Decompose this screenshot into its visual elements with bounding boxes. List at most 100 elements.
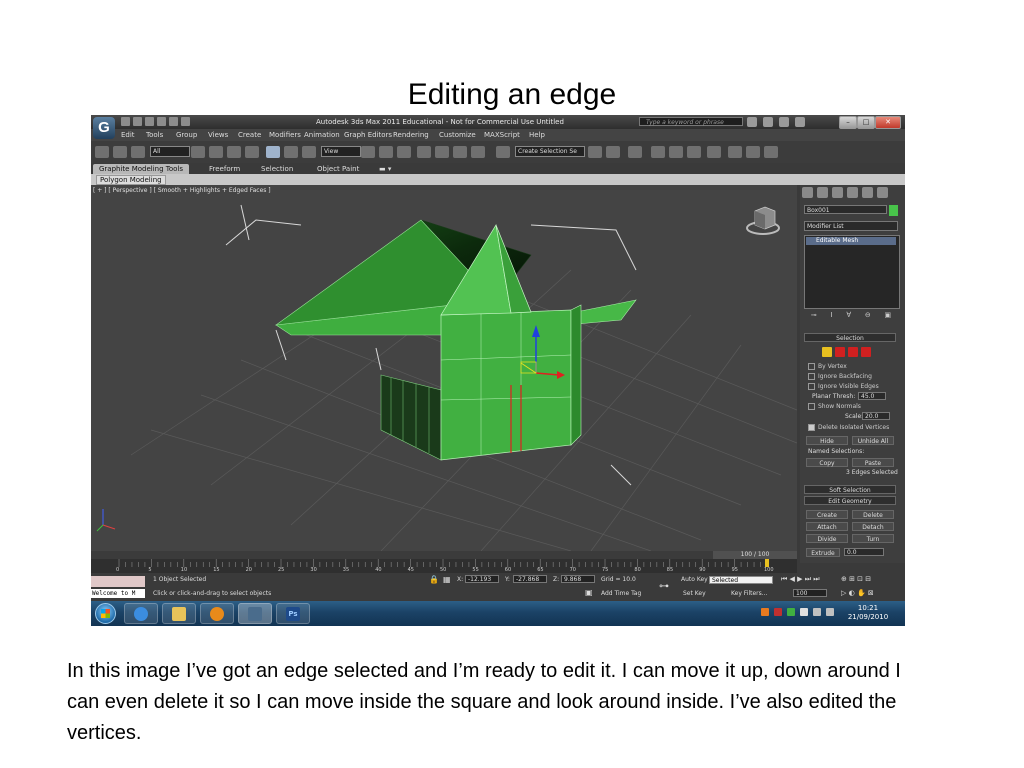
snaps-toggle-icon[interactable] <box>417 146 431 158</box>
tab-polygon-modeling[interactable]: Polygon Modeling <box>96 175 166 185</box>
material-editor-icon[interactable] <box>707 146 721 158</box>
pin-stack-icon[interactable]: ⊸ <box>811 311 817 321</box>
z-coord-field[interactable]: 9.868 <box>561 575 595 583</box>
new-file-icon[interactable] <box>121 117 130 126</box>
menu-views[interactable]: Views <box>208 131 228 139</box>
playback-controls[interactable]: ⏮ ◀ ▶ ⏭ ⏭ <box>781 575 820 584</box>
copy-button[interactable]: Copy <box>806 458 848 467</box>
project-folder-icon[interactable] <box>181 117 190 126</box>
taskbar-ie[interactable] <box>124 603 158 624</box>
taskbar-clock[interactable]: 10:21 21/09/2010 <box>846 604 890 622</box>
object-color-swatch[interactable] <box>889 205 898 216</box>
reference-coordinate-dropdown[interactable]: View <box>321 146 361 157</box>
face-mode-icon[interactable] <box>848 347 858 357</box>
delete-isolated-checkbox[interactable]: Delete Isolated Vertices <box>808 424 889 431</box>
make-unique-icon[interactable]: ∀ <box>846 311 851 321</box>
tab-freeform[interactable]: Freeform <box>203 164 246 174</box>
scale-icon[interactable] <box>302 146 316 158</box>
time-tag-icon[interactable]: ▣ <box>585 588 593 597</box>
save-file-icon[interactable] <box>145 117 154 126</box>
divide-button[interactable]: Divide <box>806 534 848 543</box>
motion-tab-icon[interactable] <box>847 187 858 198</box>
vertex-mode-icon[interactable] <box>822 347 832 357</box>
menu-rendering[interactable]: Rendering <box>393 131 429 139</box>
help-icon[interactable] <box>795 117 805 127</box>
link-icon[interactable] <box>95 146 109 158</box>
menu-maxscript[interactable]: MAXScript <box>484 131 520 139</box>
menu-edit[interactable]: Edit <box>121 131 135 139</box>
modifier-stack[interactable]: Editable Mesh <box>804 235 900 309</box>
scale-spinner[interactable]: 20.0 <box>862 412 890 420</box>
curve-editor-icon[interactable] <box>669 146 683 158</box>
viewport-nav-controls-2[interactable]: ▷ ◐ ✋ ⊠ <box>841 589 874 597</box>
render-setup-icon[interactable] <box>728 146 742 158</box>
move-icon[interactable] <box>266 146 280 158</box>
auto-key-button[interactable]: Auto Key <box>681 576 708 583</box>
communication-icon[interactable] <box>763 117 773 127</box>
edit-geometry-rollout-header[interactable]: Edit Geometry <box>804 496 896 505</box>
hierarchy-tab-icon[interactable] <box>832 187 843 198</box>
turn-button[interactable]: Turn <box>852 534 894 543</box>
show-normals-checkbox[interactable]: Show Normals <box>808 403 861 410</box>
taskbar-photoshop[interactable]: Ps <box>276 603 310 624</box>
tray-app-icon[interactable] <box>761 608 769 616</box>
bind-spacewarp-icon[interactable] <box>131 146 145 158</box>
ignore-backfacing-checkbox[interactable]: Ignore Backfacing <box>808 373 872 380</box>
menu-group[interactable]: Group <box>176 131 197 139</box>
polygon-mode-icon[interactable] <box>861 347 871 357</box>
minimize-button[interactable]: – <box>839 116 857 129</box>
schematic-view-icon[interactable] <box>687 146 701 158</box>
configure-sets-icon[interactable]: ▣ <box>885 311 892 321</box>
key-selection-dropdown[interactable]: Selected <box>709 576 773 584</box>
ignore-visible-edges-checkbox[interactable]: Ignore Visible Edges <box>808 383 879 390</box>
select-by-name-icon[interactable] <box>209 146 223 158</box>
tray-shield-icon[interactable] <box>774 608 782 616</box>
select-object-icon[interactable] <box>191 146 205 158</box>
edge-mode-icon[interactable] <box>835 347 845 357</box>
extrude-spinner[interactable]: 0.0 <box>844 548 884 556</box>
angle-snap-icon[interactable] <box>435 146 449 158</box>
taskbar-3dsmax[interactable] <box>238 603 272 624</box>
track-bar[interactable]: 0 5 10 15 20 25 30 35 40 45 50 55 60 65 70 75 80 85 90 95 10… <box>91 559 797 573</box>
align-icon[interactable] <box>606 146 620 158</box>
viewport-nav-controls[interactable]: ⊕ ⊞ ⊡ ⊟ <box>841 575 871 583</box>
tab-object-paint[interactable]: Object Paint <box>311 164 365 174</box>
app-logo-icon[interactable]: G <box>93 117 115 139</box>
by-vertex-checkbox[interactable]: By Vertex <box>808 363 847 370</box>
taskbar-media-player[interactable] <box>200 603 234 624</box>
rendered-frame-window-icon[interactable] <box>746 146 760 158</box>
delete-button[interactable]: Delete <box>852 510 894 519</box>
spinner-snap-icon[interactable] <box>471 146 485 158</box>
utilities-tab-icon[interactable] <box>877 187 888 198</box>
percent-snap-icon[interactable] <box>453 146 467 158</box>
select-manipulate-icon[interactable] <box>379 146 393 158</box>
time-slider-frame-label[interactable]: 100 / 100 <box>713 551 797 559</box>
modify-tab-icon[interactable] <box>817 187 828 198</box>
mirror-icon[interactable] <box>588 146 602 158</box>
create-button[interactable]: Create <box>806 510 848 519</box>
set-key-button[interactable]: Set Key <box>683 590 706 597</box>
tray-network-icon[interactable] <box>813 608 821 616</box>
keyboard-shortcut-icon[interactable] <box>397 146 411 158</box>
lock-selection-icon[interactable]: 🔒 <box>429 575 439 584</box>
set-key-icon[interactable]: ⊶ <box>659 581 669 592</box>
planar-thresh-spinner[interactable]: 45.0 <box>858 392 886 400</box>
selection-rollout-header[interactable]: Selection <box>804 333 896 342</box>
detach-button[interactable]: Detach <box>852 522 894 531</box>
graphite-toggle-icon[interactable] <box>651 146 665 158</box>
x-coord-field[interactable]: -12.193 <box>465 575 499 583</box>
time-slider[interactable]: 100 / 100 <box>91 551 797 559</box>
tray-flag-icon[interactable] <box>800 608 808 616</box>
search-input[interactable]: Type a keyword or phrase <box>639 117 743 126</box>
windows-start-icon[interactable] <box>95 603 116 624</box>
redo-icon[interactable] <box>169 117 178 126</box>
render-production-icon[interactable] <box>764 146 778 158</box>
display-tab-icon[interactable] <box>862 187 873 198</box>
hide-button[interactable]: Hide <box>806 436 848 445</box>
create-tab-icon[interactable] <box>802 187 813 198</box>
ribbon-options-icon[interactable]: ▬ ▾ <box>373 164 397 174</box>
menu-graph-editors[interactable]: Graph Editors <box>344 131 392 139</box>
edit-named-selection-icon[interactable] <box>496 146 510 158</box>
menu-tools[interactable]: Tools <box>146 131 163 139</box>
unlink-icon[interactable] <box>113 146 127 158</box>
